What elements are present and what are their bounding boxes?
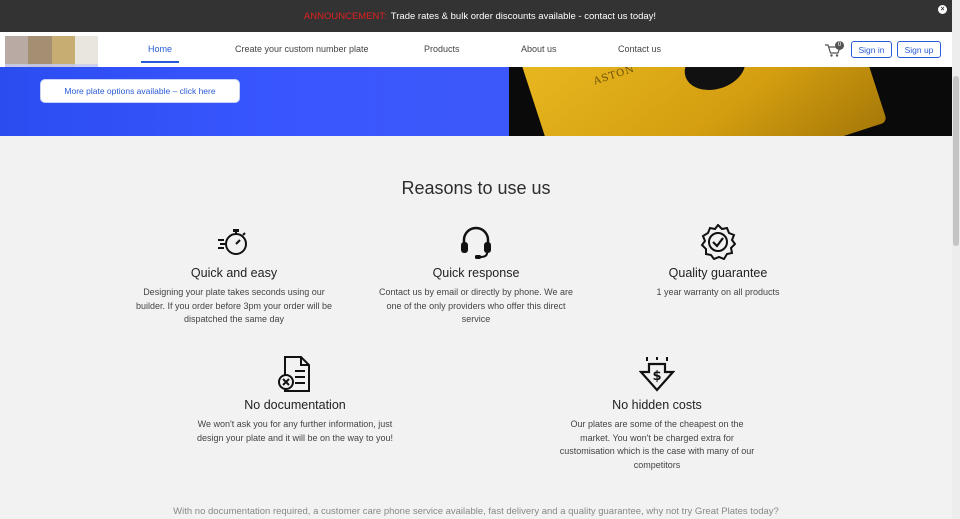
feature-text: Contact us by email or directly by phone… [379, 287, 573, 324]
more-plate-options-button[interactable]: More plate options available – click her… [40, 79, 240, 103]
feature-quick-response: Quick response Contact us by email or di… [376, 224, 576, 327]
feature-title: No documentation [244, 398, 346, 412]
nav-item-contact-us[interactable]: Contact us [618, 44, 661, 54]
nav-item-create-plate[interactable]: Create your custom number plate [235, 44, 369, 54]
feature-quality-guarantee: Quality guarantee 1 year warranty on all… [618, 224, 818, 300]
sign-up-button[interactable]: Sign up [897, 41, 941, 58]
hero-plate-image: ASTON [509, 67, 952, 136]
section-title: Reasons to use us [401, 178, 551, 198]
document-cross-icon [278, 356, 310, 392]
nav-item-products[interactable]: Products [424, 44, 460, 54]
logo[interactable] [5, 36, 98, 73]
nav-item-home[interactable]: Home [148, 44, 172, 54]
main-navigation: Home Create your custom number plate Pro… [0, 32, 952, 73]
feature-no-documentation: No documentation We won't ask you for an… [195, 356, 395, 445]
headset-icon [461, 226, 491, 259]
feature-no-hidden-costs: $ No hidden costs Our plates are some of… [557, 356, 757, 472]
announcement-tag: ANNOUNCEMENT: [303, 10, 387, 22]
nav-item-about-us[interactable]: About us [521, 44, 557, 54]
close-icon[interactable]: × [938, 5, 947, 14]
dollar-down-icon: $ [639, 357, 675, 392]
page-scrollbar[interactable] [952, 0, 960, 519]
badge-check-icon [700, 224, 736, 260]
nav-active-underline [141, 61, 179, 63]
hero-banner: ASTON More plate options available – cli… [0, 67, 952, 136]
feature-text: Designing your plate takes seconds using… [135, 287, 333, 324]
feature-title: No hidden costs [612, 398, 702, 412]
cart-count-badge: 0 [835, 41, 844, 50]
feature-title: Quick and easy [190, 266, 278, 280]
reasons-summary-text: With no documentation required, a custom… [173, 506, 779, 517]
feature-text: 1 year warranty on all products [656, 287, 780, 297]
announcement-bar: ANNOUNCEMENT: Trade rates & bulk order d… [0, 0, 960, 32]
feature-title: Quality guarantee [668, 266, 768, 280]
announcement-text: Trade rates & bulk order discounts avail… [390, 10, 657, 22]
feature-title: Quick response [432, 266, 520, 280]
stopwatch-icon [218, 229, 247, 255]
feature-text: We won't ask you for any further informa… [196, 419, 394, 443]
feature-quick-and-easy: Quick and easy Designing your plate take… [134, 224, 334, 327]
svg-text:$: $ [652, 369, 661, 384]
sign-in-button[interactable]: Sign in [851, 41, 892, 58]
scrollbar-thumb[interactable] [953, 76, 959, 246]
feature-text: Our plates are some of the cheapest on t… [559, 419, 755, 470]
